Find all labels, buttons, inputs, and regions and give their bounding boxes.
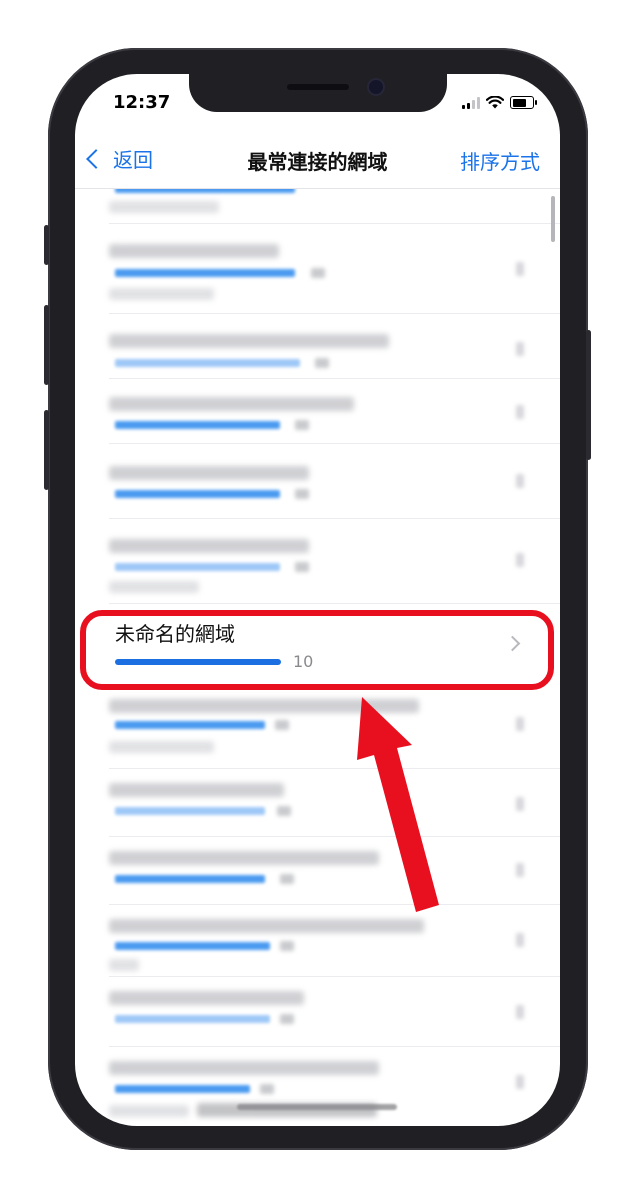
list-item[interactable] xyxy=(75,224,560,314)
battery-icon xyxy=(510,96,537,109)
volume-up-button xyxy=(44,305,49,385)
mute-switch xyxy=(44,225,49,265)
list-item[interactable] xyxy=(75,769,560,837)
power-button xyxy=(586,330,591,460)
notch xyxy=(189,74,447,112)
list-item[interactable] xyxy=(75,519,560,604)
status-icons xyxy=(462,96,537,109)
list-item[interactable] xyxy=(75,444,560,519)
scrollbar[interactable] xyxy=(551,196,555,242)
list-item[interactable] xyxy=(75,379,560,444)
back-chevron-icon xyxy=(86,148,106,169)
navigation-bar: 返回 最常連接的網域 排序方式 xyxy=(75,134,560,189)
list-item[interactable] xyxy=(75,977,560,1047)
highlight-annotation-box xyxy=(80,610,554,690)
list-item[interactable] xyxy=(75,314,560,379)
back-button[interactable]: 返回 xyxy=(83,144,153,173)
list-item[interactable] xyxy=(75,905,560,977)
list-item[interactable] xyxy=(75,837,560,905)
list-item[interactable] xyxy=(75,1047,560,1126)
signal-icon xyxy=(462,97,480,109)
list-item[interactable] xyxy=(75,189,560,224)
sort-button[interactable]: 排序方式 xyxy=(460,146,540,175)
status-time: 12:37 xyxy=(113,92,171,113)
back-label: 返回 xyxy=(113,148,153,172)
volume-down-button xyxy=(44,410,49,490)
phone-screen: 12:37 返回 最常連接的網域 排序方式 未命名的網域 10 xyxy=(75,74,560,1126)
earpiece-speaker xyxy=(287,84,349,90)
list-item[interactable] xyxy=(75,689,560,769)
home-indicator[interactable] xyxy=(237,1104,397,1110)
wifi-icon xyxy=(486,96,504,109)
front-camera xyxy=(369,80,383,94)
